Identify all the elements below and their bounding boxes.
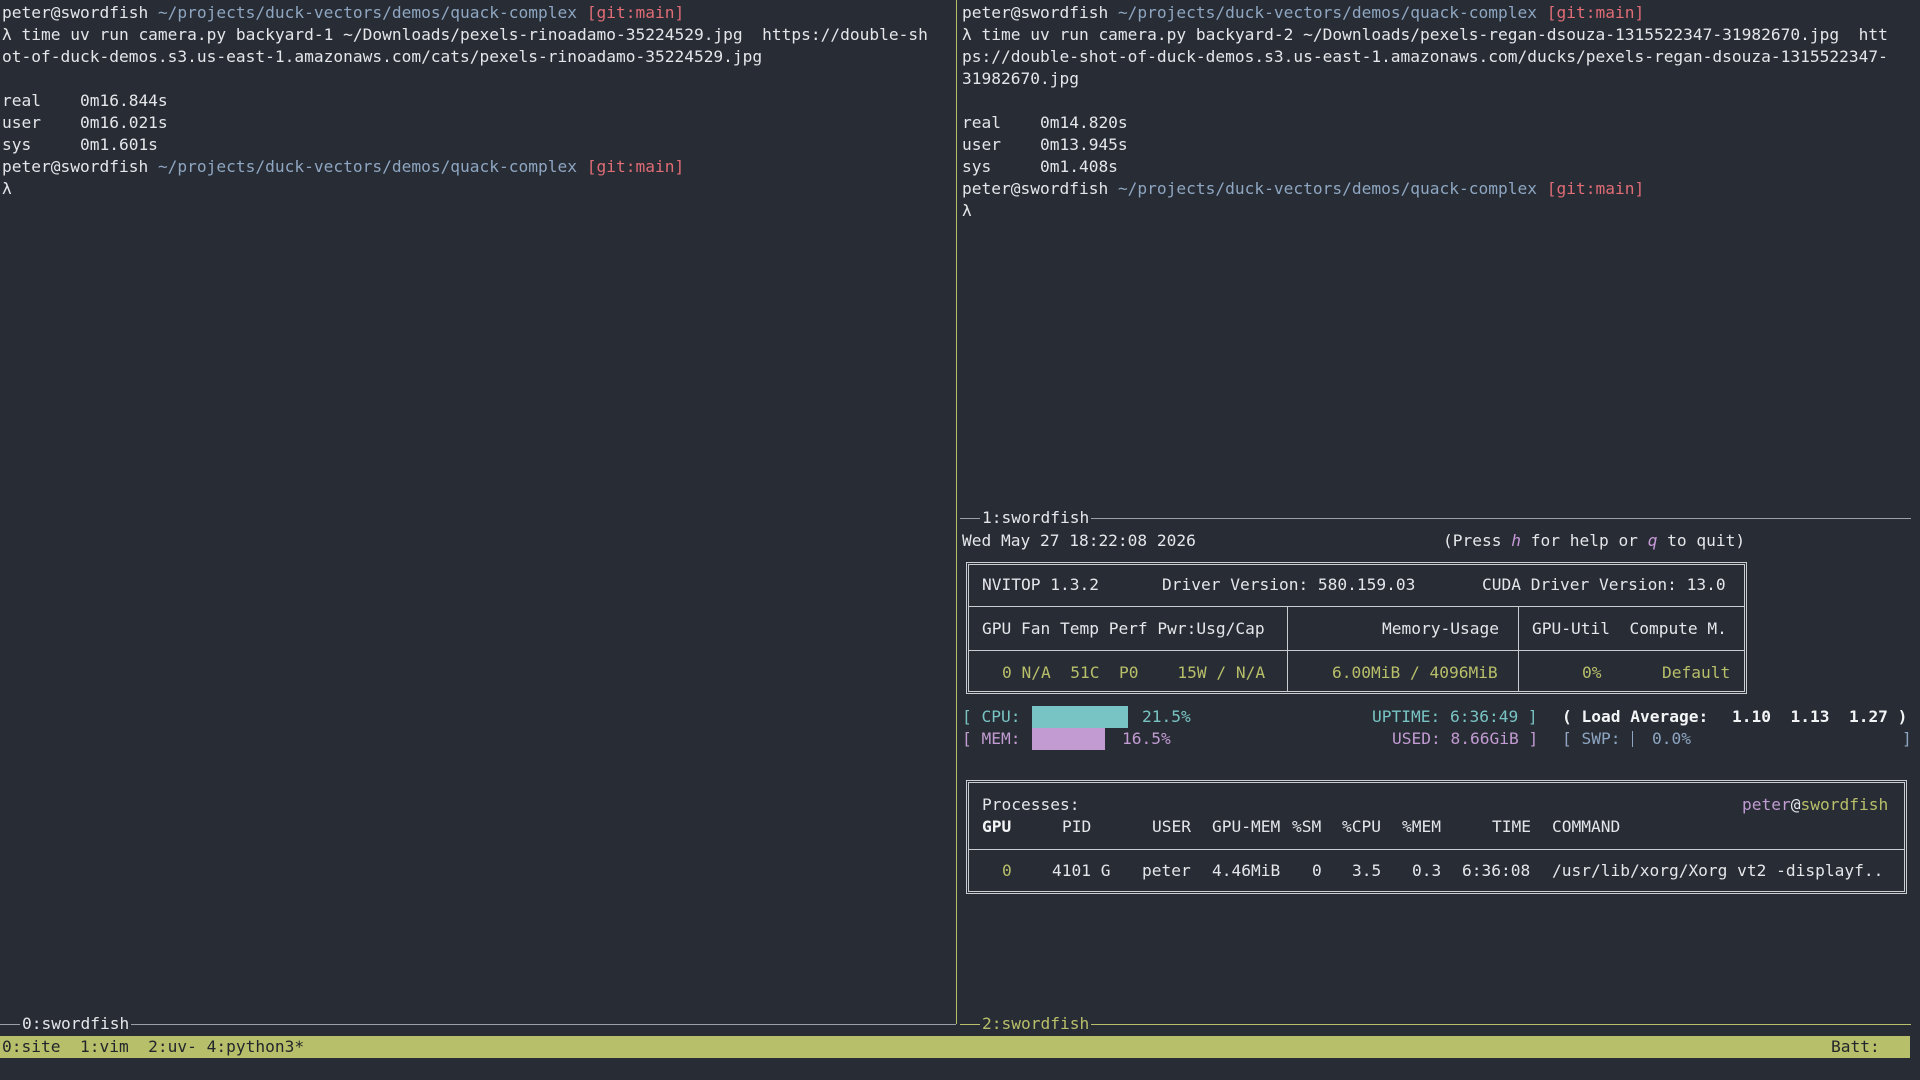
right-time-user: user 0m13.945s	[962, 135, 1128, 154]
left-pane-bottom-border	[0, 1024, 956, 1025]
col-sm: %SM	[1292, 817, 1322, 836]
right-pane-bottom-border	[960, 1024, 1911, 1025]
right-cursor-prompt[interactable]: λ	[962, 200, 972, 222]
right-time-sys: sys 0m1.408s	[962, 157, 1118, 176]
nvitop-pane-title[interactable]: 1:swordfish	[980, 508, 1092, 528]
col-time: TIME	[1492, 817, 1531, 836]
mem-label: [ MEM:	[962, 729, 1021, 748]
nvitop-help-hint: (Press h for help or q to quit)	[1443, 531, 1746, 550]
col-user: USER	[1152, 817, 1191, 836]
swap-bar	[1632, 731, 1633, 747]
col-mem: %MEM	[1402, 817, 1441, 836]
prompt-path: ~/projects/duck-vectors/demos/quack-comp…	[157, 157, 578, 176]
prompt-path: ~/projects/duck-vectors/demos/quack-comp…	[157, 3, 578, 22]
left-time-sys: sys 0m1.601s	[2, 135, 158, 154]
proc-sm: 0	[1312, 861, 1322, 880]
prompt-user: peter@swordfish	[962, 179, 1109, 198]
cpu-percent: 21.5%	[1142, 707, 1191, 726]
prompt-git: [git:main]	[1546, 3, 1645, 22]
proc-gpu: 0	[1002, 861, 1012, 880]
prompt-user: peter@swordfish	[2, 3, 149, 22]
proc-user: peter	[1142, 861, 1191, 880]
cuda-version: CUDA Driver Version: 13.0	[1482, 575, 1726, 594]
proc-gpu-mem: 4.46MiB	[1212, 861, 1281, 880]
prompt-git: [git:main]	[586, 157, 685, 176]
load-average-values: 1.10 1.13 1.27 )	[1732, 707, 1908, 726]
prompt-git: [git:main]	[1546, 179, 1645, 198]
load-average-label: ( Load Average:	[1562, 707, 1709, 726]
cpu-label: [ CPU:	[962, 707, 1021, 726]
proc-time: 6:36:08	[1462, 861, 1531, 880]
processes-label: Processes:	[982, 795, 1080, 814]
prompt-user: peter@swordfish	[962, 3, 1109, 22]
right-time-real: real 0m14.820s	[962, 113, 1128, 132]
right-prompt-line-2: peter@swordfish ~/projects/duck-vectors/…	[962, 178, 1644, 200]
pane-divider-vertical[interactable]	[956, 0, 957, 1024]
left-prompt-line-1: peter@swordfish ~/projects/duck-vectors/…	[2, 2, 684, 24]
gpu-header: GPU Fan Temp Perf Pwr:Usg/Cap	[982, 619, 1265, 638]
col-gpu-mem: GPU-MEM	[1212, 817, 1281, 836]
prompt-git: [git:main]	[586, 3, 685, 22]
driver-version: Driver Version: 580.159.03	[1162, 575, 1416, 594]
proc-cpu: 3.5	[1352, 861, 1382, 880]
gpu-row: 0 N/A 51C P0 15W / N/A	[1002, 663, 1266, 682]
proc-command: /usr/lib/xorg/Xorg vt2 -displayf..	[1552, 861, 1884, 880]
right-command-line-1: λ time uv run camera.py backyard-2 ~/Dow…	[962, 25, 1888, 44]
nvitop-pane-border	[960, 518, 1911, 519]
col-command: COMMAND	[1552, 817, 1621, 836]
quit-key-q: q	[1647, 531, 1658, 550]
left-time-real: real 0m16.844s	[2, 91, 168, 110]
left-command-line-2: ot-of-duck-demos.s3.us-east-1.amazonaws.…	[2, 47, 763, 66]
prompt-path: ~/projects/duck-vectors/demos/quack-comp…	[1117, 179, 1538, 198]
swap-close-bracket: ]	[1902, 729, 1912, 748]
left-command-line-1: λ time uv run camera.py backyard-1 ~/Dow…	[2, 25, 928, 44]
swap-percent: 0.0%	[1652, 729, 1691, 748]
col-pid: PID	[1062, 817, 1092, 836]
help-key-h: h	[1511, 531, 1521, 550]
nvitop-version: NVITOP 1.3.2	[982, 575, 1099, 594]
left-time-user: user 0m16.021s	[2, 113, 168, 132]
swap-label: [ SWP:	[1562, 729, 1621, 748]
left-cursor-prompt[interactable]: λ	[2, 178, 12, 200]
prompt-user: peter@swordfish	[2, 157, 149, 176]
memory-header: Memory-Usage	[1382, 619, 1499, 638]
right-command-line-3: 31982670.jpg	[962, 69, 1079, 88]
mem-used: USED: 8.66GiB ]	[1392, 729, 1539, 748]
compute-mode: Default	[1662, 663, 1731, 682]
right-pane-title[interactable]: 2:swordfish	[980, 1014, 1092, 1034]
uptime: UPTIME: 6:36:49 ]	[1372, 707, 1538, 726]
util-header: GPU-Util Compute M.	[1532, 619, 1727, 638]
right-prompt-line-1: peter@swordfish ~/projects/duck-vectors/…	[962, 2, 1644, 24]
cpu-usage-bar	[1032, 706, 1128, 728]
window-list[interactable]: 0:site 1:vim 2:uv- 4:python3*	[2, 1036, 304, 1058]
tmux-status-bar: 0:site 1:vim 2:uv- 4:python3* Batt:	[0, 1036, 1910, 1058]
col-gpu: GPU	[982, 817, 1012, 836]
left-prompt-line-2: peter@swordfish ~/projects/duck-vectors/…	[2, 156, 684, 178]
col-cpu: %CPU	[1342, 817, 1381, 836]
right-command-line-2: ps://double-shot-of-duck-demos.s3.us-eas…	[962, 47, 1888, 66]
gpu-util: 0%	[1582, 663, 1602, 682]
left-pane-title[interactable]: 0:swordfish	[20, 1014, 132, 1034]
proc-pid: 4101 G	[1052, 861, 1111, 880]
nvitop-datetime: Wed May 27 18:22:08 2026	[962, 531, 1196, 550]
mem-percent: 16.5%	[1122, 729, 1171, 748]
prompt-path: ~/projects/duck-vectors/demos/quack-comp…	[1117, 3, 1538, 22]
memory-usage: 6.00MiB / 4096MiB	[1332, 663, 1498, 682]
battery-status: Batt:	[1831, 1037, 1880, 1056]
process-host: peter@swordfish	[1742, 795, 1889, 814]
proc-mem: 0.3	[1412, 861, 1442, 880]
mem-usage-bar	[1032, 728, 1105, 750]
